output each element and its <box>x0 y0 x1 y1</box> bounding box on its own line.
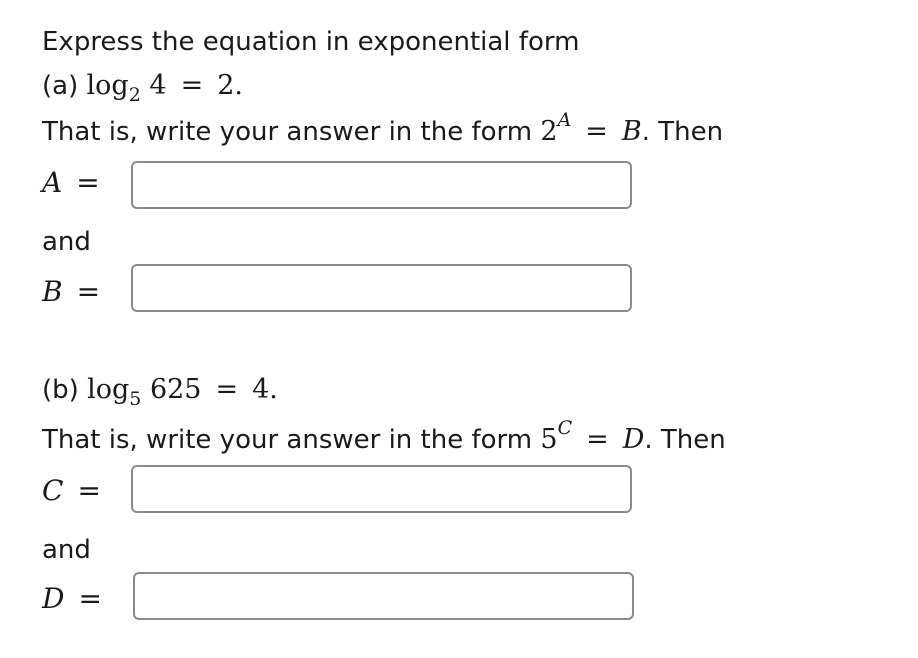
log-base: 5 <box>129 388 142 410</box>
log-function: log <box>87 374 130 405</box>
form-rhs: B <box>621 116 642 147</box>
equals-sign: = <box>585 116 608 147</box>
label-a: A = <box>42 166 100 199</box>
label-c: C = <box>42 474 101 507</box>
log-argument: 4 <box>149 70 167 101</box>
equals-sign: = <box>180 70 204 101</box>
instruction-text: That is, write your answer in the form <box>42 425 533 455</box>
then-text: . Then <box>644 425 726 455</box>
form-base: 2 <box>540 116 558 147</box>
log-result: 2. <box>217 70 243 101</box>
exponential-form: 5C = D <box>540 417 645 455</box>
part-a-log-expression: log2 4 = 2. <box>86 70 243 106</box>
log-function: log <box>86 70 129 101</box>
part-a-instruction: That is, write your answer in the form 2… <box>42 109 724 150</box>
equals-sign: = <box>586 424 609 455</box>
label-d: D = <box>42 582 102 615</box>
answer-input-b[interactable] <box>131 264 632 312</box>
part-b-equation: (b) log5 625 = 4. <box>42 374 278 410</box>
form-base: 5 <box>540 424 558 455</box>
exponential-form: 2A = B <box>540 109 642 147</box>
answer-input-a[interactable] <box>131 161 632 209</box>
log-result: 4. <box>252 374 278 405</box>
log-base: 2 <box>128 84 141 106</box>
then-text: . Then <box>641 117 724 147</box>
part-b-prefix: (b) <box>42 375 79 405</box>
and-text-b: and <box>42 535 91 565</box>
form-exponent: C <box>557 417 573 439</box>
log-argument: 625 <box>149 374 202 405</box>
part-a-prefix: (a) <box>42 71 79 101</box>
answer-input-c[interactable] <box>131 465 632 513</box>
label-b: B = <box>42 275 101 308</box>
part-b-instruction: That is, write your answer in the form 5… <box>42 417 726 458</box>
form-rhs: D <box>622 424 645 455</box>
question-heading: Express the equation in exponential form <box>42 27 580 57</box>
part-a-equation: (a) log2 4 = 2. <box>42 70 243 106</box>
form-exponent: A <box>557 109 572 131</box>
and-text-a: and <box>42 227 91 257</box>
part-b-log-expression: log5 625 = 4. <box>87 374 278 410</box>
answer-input-d[interactable] <box>133 572 634 620</box>
equals-sign: = <box>215 374 239 405</box>
instruction-text: That is, write your answer in the form <box>42 117 533 147</box>
